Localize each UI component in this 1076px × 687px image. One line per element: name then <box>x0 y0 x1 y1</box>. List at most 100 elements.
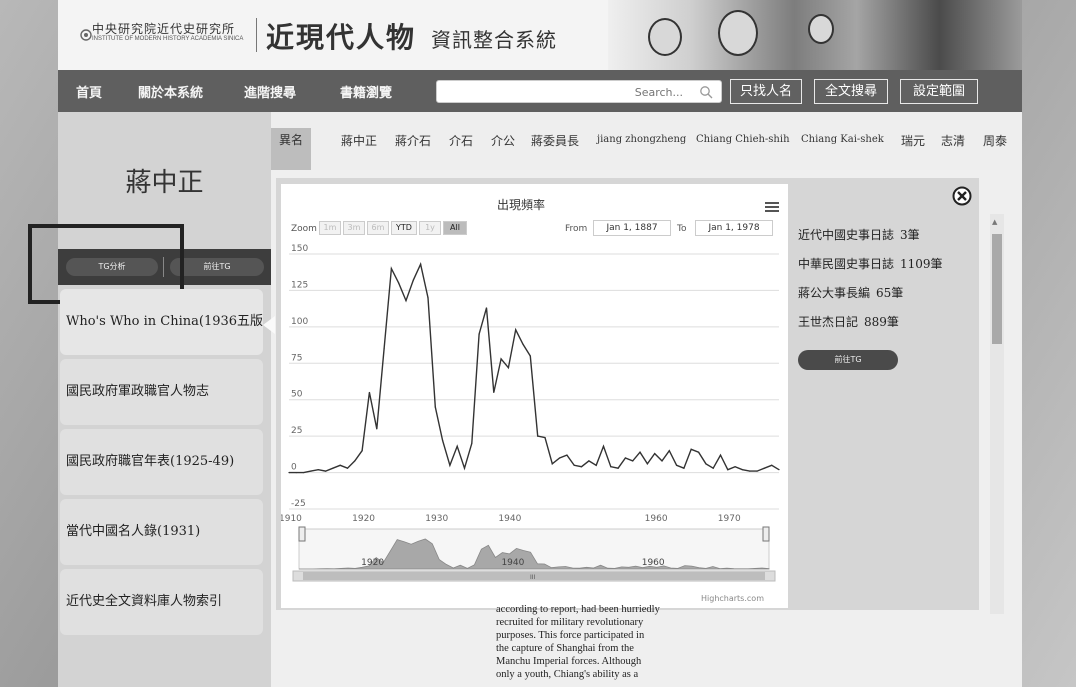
panel-goto-tg-button[interactable]: 前往TG <box>798 350 898 370</box>
data-point <box>361 450 363 452</box>
data-point <box>778 469 780 471</box>
nav-advanced-search[interactable]: 進階搜尋 <box>244 82 296 101</box>
data-point <box>741 469 744 471</box>
data-point <box>573 464 575 466</box>
data-point <box>383 348 385 350</box>
data-point <box>617 467 619 469</box>
x-tick-label: 1910 <box>281 514 302 524</box>
chart-credit: Highcharts.com <box>701 594 764 603</box>
data-point <box>420 263 422 265</box>
data-point <box>771 464 773 466</box>
panel-scrollbar[interactable]: ▲ <box>990 214 1004 614</box>
source-item-famous-people[interactable]: 當代中國名人錄(1931) <box>60 499 263 565</box>
alias-item[interactable]: Chiang Chieh-shih <box>696 134 790 145</box>
data-point <box>441 439 444 442</box>
source-item-military-officials[interactable]: 國民政府軍政職官人物志 <box>60 359 263 425</box>
y-tick-label: 50 <box>291 390 303 400</box>
nav-about[interactable]: 關於本系統 <box>138 82 203 101</box>
alias-item[interactable]: 周泰 <box>983 132 1007 149</box>
y-tick-label: -25 <box>291 499 306 509</box>
data-point <box>478 333 480 335</box>
data-point <box>405 300 407 302</box>
fulltext-search-button[interactable]: 全文搜尋 <box>814 79 888 104</box>
data-point <box>624 457 627 459</box>
goto-tg-button[interactable]: 前往TG <box>170 258 264 276</box>
x-tick-label: 1970 <box>718 514 741 524</box>
alias-item[interactable]: 志清 <box>941 132 965 149</box>
data-point <box>463 467 466 469</box>
data-point <box>610 466 612 468</box>
data-point <box>310 470 312 472</box>
y-tick-label: 25 <box>291 426 302 436</box>
alias-item[interactable]: 蔣中正 <box>341 132 377 149</box>
banner-illustration <box>608 0 1022 70</box>
alias-item[interactable]: Chiang Kai-shek <box>801 134 884 145</box>
search-icon[interactable] <box>699 84 713 99</box>
data-point <box>493 391 495 394</box>
data-point <box>515 329 517 331</box>
alias-item[interactable]: 蔣介石 <box>395 132 431 149</box>
source-item-official-yearbook[interactable]: 國民政府職官年表(1925-49) <box>60 429 263 495</box>
bio-text: according to report, had been hurriedly … <box>496 604 660 680</box>
alias-item[interactable]: jiang zhongzheng <box>597 134 686 145</box>
data-point <box>368 391 371 394</box>
y-tick-label: 0 <box>291 463 297 473</box>
data-point <box>398 282 400 284</box>
data-point <box>303 471 305 474</box>
data-point <box>288 471 290 474</box>
set-range-button[interactable]: 設定範圍 <box>900 79 978 104</box>
count-row[interactable]: 蔣公大事長編 65筆 <box>798 284 943 301</box>
data-point <box>412 279 414 281</box>
data-point <box>449 464 451 466</box>
alias-item[interactable]: 蔣委員長 <box>531 132 579 149</box>
data-point <box>295 471 297 474</box>
data-point <box>339 464 341 466</box>
search-input[interactable] <box>443 83 683 101</box>
count-row[interactable]: 王世杰日記 889筆 <box>798 313 943 330</box>
site-frame: 中央研究院近代史研究所 INSTITUTE OF MODERN HISTORY … <box>28 0 1022 687</box>
source-item-fulltext-index[interactable]: 近代史全文資料庫人物索引 <box>60 569 263 635</box>
y-tick-label: 100 <box>291 317 308 327</box>
alias-item[interactable]: 介石 <box>449 132 473 149</box>
alias-item[interactable]: 瑞元 <box>901 132 925 149</box>
data-point <box>595 464 597 466</box>
source-item-whos-who[interactable]: Who's Who in China(1936五版) <box>60 289 263 355</box>
series-line <box>289 262 780 474</box>
institute-name: 中央研究院近代史研究所 <box>92 22 236 36</box>
scroll-up-icon[interactable]: ▲ <box>992 218 997 226</box>
nav-book-browse[interactable]: 書籍瀏覽 <box>340 82 392 101</box>
data-point <box>676 464 678 466</box>
nav-home[interactable]: 首頁 <box>76 82 102 101</box>
name-only-search-button[interactable]: 只找人名 <box>730 79 802 104</box>
data-point <box>332 467 334 469</box>
x-tick-label: 1930 <box>425 514 448 524</box>
count-row[interactable]: 中華民國史事日誌 1109筆 <box>798 255 943 272</box>
data-point <box>354 460 356 462</box>
frequency-panel: 出現頻率 Zoom 1m 3m 6m YTD 1y All From Jan 1… <box>276 178 979 610</box>
scrollbar-thumb[interactable] <box>992 234 1002 344</box>
data-point <box>544 437 546 439</box>
person-name: 蔣中正 <box>125 168 204 198</box>
data-point <box>719 454 722 456</box>
main-nav: 首頁 關於本系統 進階搜尋 書籍瀏覽 只找人名 全文搜尋 設定範圍 <box>58 70 1022 112</box>
data-point <box>697 451 700 453</box>
header-divider <box>256 18 257 52</box>
data-point <box>537 435 539 437</box>
navigator-handle-left <box>298 526 306 542</box>
data-point <box>756 470 758 472</box>
source-count-list: 近代中國史事日誌 3筆 中華民國史事日誌 1109筆 蔣公大事長編 65筆 王世杰日記… <box>798 226 943 342</box>
data-point <box>522 343 524 345</box>
data-point <box>683 467 685 469</box>
data-point <box>551 463 553 465</box>
count-row[interactable]: 近代中國史事日誌 3筆 <box>798 226 943 243</box>
data-point <box>566 454 568 456</box>
navigator-label: 1920 <box>361 558 384 568</box>
frequency-chart-card: 出現頻率 Zoom 1m 3m 6m YTD 1y All From Jan 1… <box>281 184 788 608</box>
x-tick-label: 1920 <box>352 514 375 524</box>
close-panel-icon[interactable] <box>952 186 972 206</box>
alias-item[interactable]: 介公 <box>491 132 515 149</box>
data-point <box>690 448 692 450</box>
navigator-label: 1960 <box>642 558 665 568</box>
left-sidebar: 蔣中正 TG分析 前往TG Who's Who in China(1936五版)… <box>28 112 275 687</box>
frequency-line-chart: -25 0 25 50 75 100 125 150 1910 1920 1930 1940 1960 1… <box>281 244 780 582</box>
